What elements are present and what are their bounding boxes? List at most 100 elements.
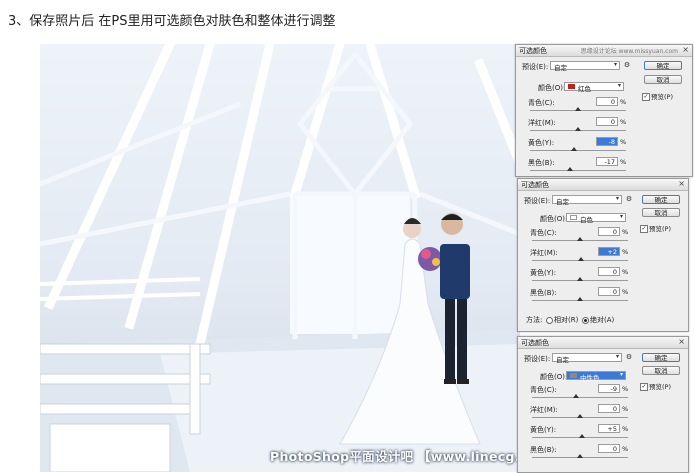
selective-color-dialog-red: 可选颜色 思缘设计论坛 www.missyuan.com × 预设(E): 自定… [515,44,693,177]
color-select[interactable]: 白色 ▾ [566,213,626,224]
method-absolute-label: 绝对(A) [590,316,615,324]
checkbox-checked-icon: ✓ [642,93,650,101]
method-relative-radio[interactable]: 相对(R) [546,315,578,325]
radio-selected-icon [582,316,589,324]
adjust-label: 黑色(B): [530,446,557,454]
preset-select[interactable]: 自定 ▾ [550,61,620,72]
photo-scene [40,44,520,472]
adjust-value-input[interactable]: -9 [598,384,620,393]
slider-thumb-icon[interactable] [575,127,581,131]
adjust-slider[interactable] [532,454,628,458]
checkbox-checked-icon: ✓ [640,383,648,391]
slider-thumb-icon[interactable] [577,237,583,241]
ok-button[interactable]: 确定 [642,353,680,362]
preset-label: 预设(E): [524,355,551,363]
adjust-value-input[interactable]: +2 [598,247,620,256]
adjust-slider[interactable] [530,127,626,131]
percent-unit: % [622,425,629,433]
adjust-value-input[interactable]: -8 [596,137,618,146]
preset-options-icon[interactable]: ⚙ [624,195,634,204]
dialog-titlebar: 可选颜色 × [518,179,688,191]
adjust-value-input[interactable]: 0 [598,444,620,453]
method-label: 方法: [526,316,543,324]
adjust-slider[interactable] [530,167,626,171]
adjust-value-input[interactable]: 0 [598,267,620,276]
ok-button[interactable]: 确定 [644,61,682,70]
slider-thumb-icon[interactable] [577,414,583,418]
adjust-label: 青色(C): [530,386,557,394]
adjust-label: 黄色(Y): [528,139,555,147]
adjust-label: 洋红(M): [528,119,556,127]
adjust-value-input[interactable]: 0 [598,227,620,236]
adjust-value-input[interactable]: 0 [596,117,618,126]
adjust-value-input[interactable]: -17 [596,157,618,166]
slider-thumb-icon[interactable] [577,257,584,261]
dialog-title: 可选颜色 [519,47,547,55]
adjust-value-input[interactable]: +5 [598,424,620,433]
preset-value: 自定 [556,198,569,206]
dialog-title: 可选颜色 [521,181,549,189]
cancel-button[interactable]: 取消 [642,208,680,217]
adjust-value-input[interactable]: 0 [596,97,618,106]
chevron-down-icon: ▾ [619,371,623,378]
cancel-button[interactable]: 取消 [644,75,682,84]
close-icon[interactable]: × [678,179,685,188]
wedding-photo [40,44,520,472]
preset-select[interactable]: 自定 ▾ [552,195,622,206]
color-label: 颜色(O): [540,215,568,223]
adjust-label: 洋红(M): [530,249,558,257]
slider-thumb-icon[interactable] [579,434,586,438]
preset-value: 自定 [556,356,569,364]
color-select[interactable]: 中性色 ▾ [566,371,626,382]
slider-thumb-icon[interactable] [566,167,573,171]
adjust-label: 青色(C): [530,229,557,237]
preview-label: 预览(P) [649,225,671,233]
forum-watermark: 思缘设计论坛 www.missyuan.com [580,48,678,55]
slider-thumb-icon[interactable] [571,147,578,151]
percent-unit: % [622,228,629,236]
adjust-slider[interactable] [532,277,628,281]
adjust-value-input[interactable]: 0 [598,287,620,296]
preset-label: 预设(E): [524,197,551,205]
percent-unit: % [620,98,627,106]
slider-thumb-icon[interactable] [572,394,579,398]
close-icon[interactable]: × [678,337,685,346]
adjust-slider[interactable] [532,394,628,398]
percent-unit: % [622,445,629,453]
slider-thumb-icon[interactable] [577,277,583,281]
adjust-slider[interactable] [532,257,628,261]
color-select[interactable]: 红色 ▾ [564,82,624,93]
adjust-slider[interactable] [532,414,628,418]
chevron-down-icon: ▾ [619,213,623,220]
slider-thumb-icon[interactable] [577,297,583,301]
adjust-slider[interactable] [530,107,626,111]
slider-thumb-icon[interactable] [577,454,583,458]
preview-checkbox[interactable]: ✓ 预览(P) [640,223,671,233]
method-absolute-radio[interactable]: 绝对(A) [582,315,614,325]
adjust-label: 黑色(B): [530,289,557,297]
chevron-down-icon: ▾ [613,61,617,68]
adjust-slider[interactable] [530,147,626,151]
ok-button[interactable]: 确定 [642,195,680,204]
percent-unit: % [622,268,629,276]
preview-checkbox[interactable]: ✓ 预览(P) [640,381,671,391]
percent-unit: % [620,118,627,126]
adjust-slider[interactable] [532,297,628,301]
cancel-button[interactable]: 取消 [642,366,680,375]
chevron-down-icon: ▾ [615,195,619,202]
adjust-label: 青色(C): [528,99,555,107]
preset-select[interactable]: 自定 ▾ [552,353,622,364]
adjust-value-input[interactable]: 0 [598,404,620,413]
adjust-slider[interactable] [532,434,628,438]
close-icon[interactable]: × [682,45,689,54]
selective-color-dialog-neutral: 可选颜色 × 预设(E): 自定 ▾ ⚙ 颜色(O): 中性色 ▾ 确定 取消 ✓ 预… [517,336,689,473]
preset-options-icon[interactable]: ⚙ [624,353,634,362]
step-heading: 3、保存照片后 在PS里用可选颜色对肤色和整体进行调整 [8,14,336,29]
adjust-slider[interactable] [532,237,628,241]
preset-options-icon[interactable]: ⚙ [622,61,632,70]
slider-thumb-icon[interactable] [575,107,581,111]
preview-checkbox[interactable]: ✓ 预览(P) [642,91,673,101]
checkbox-checked-icon: ✓ [640,225,648,233]
preset-value: 自定 [554,64,567,72]
percent-unit: % [622,385,629,393]
